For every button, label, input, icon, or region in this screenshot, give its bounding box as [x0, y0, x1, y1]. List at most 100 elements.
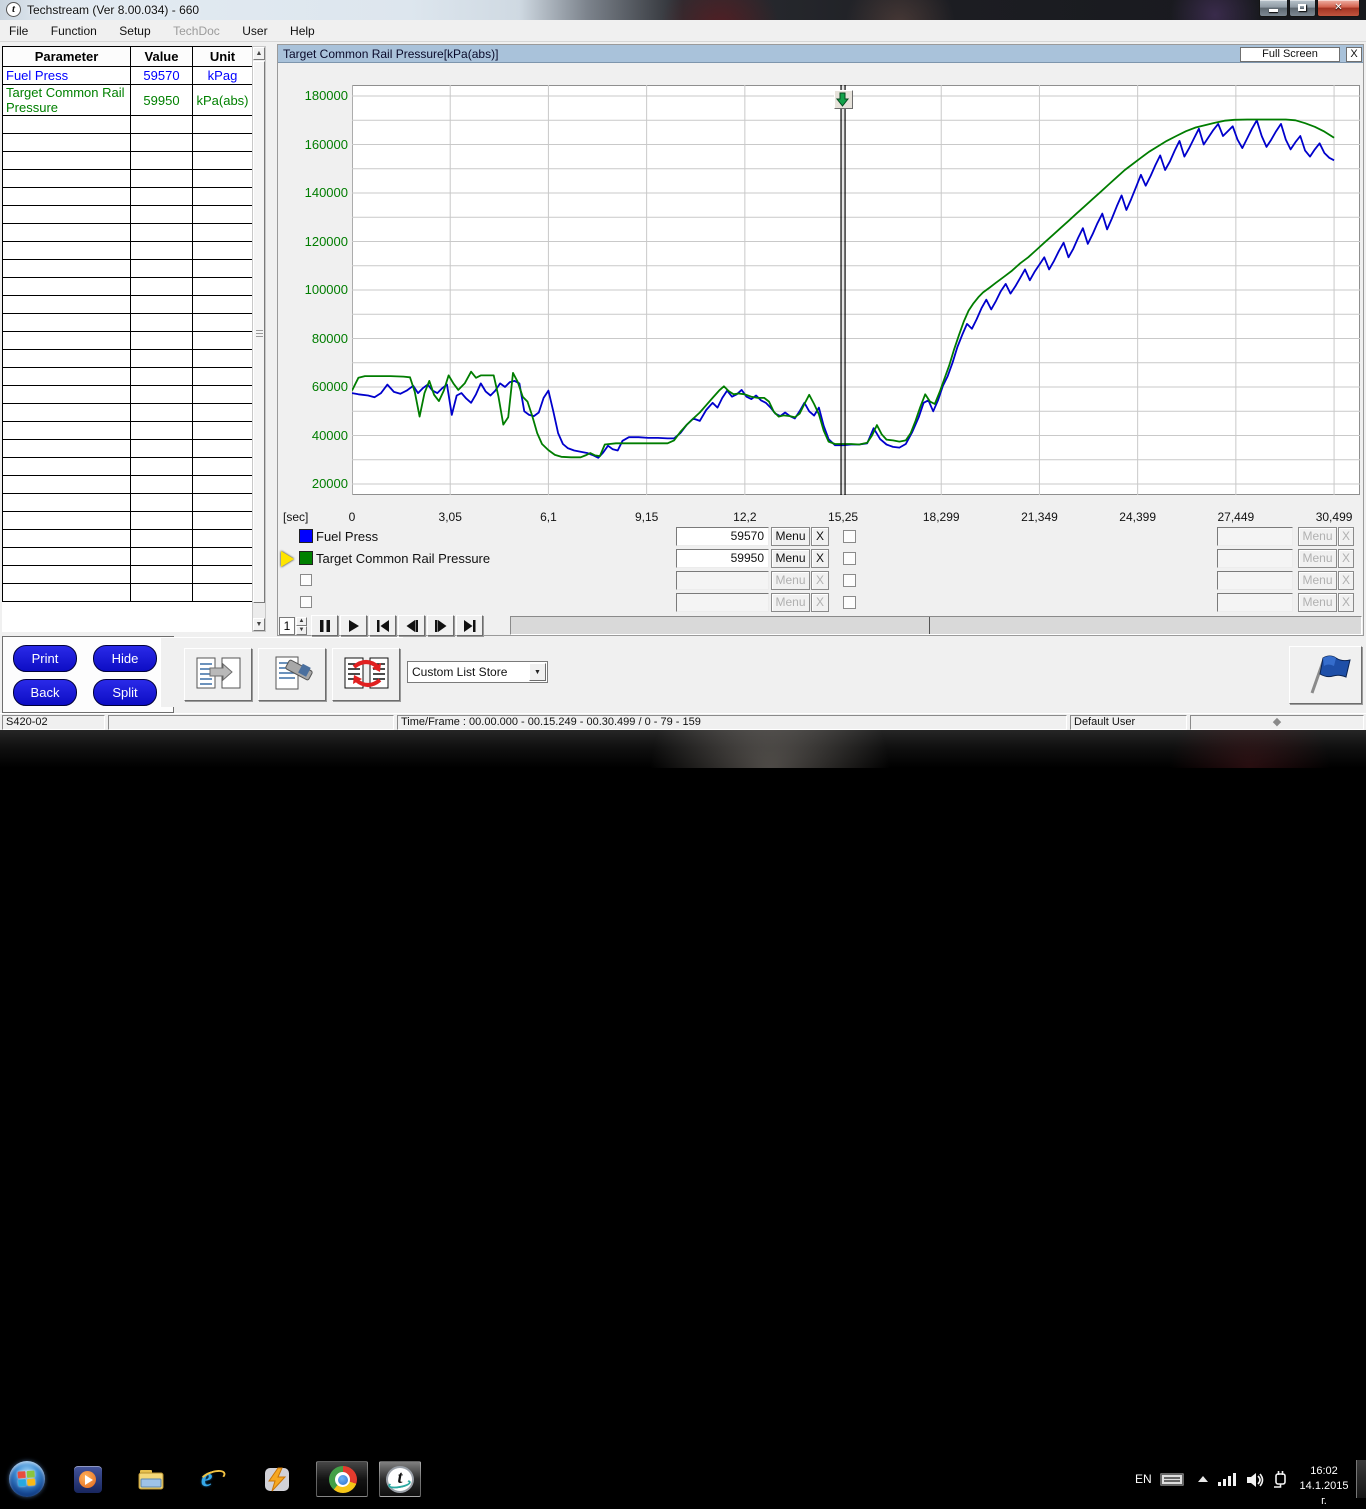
copy-list-button[interactable]	[184, 648, 252, 701]
table-row-empty[interactable]	[3, 548, 253, 566]
print-button[interactable]: Print	[13, 645, 77, 672]
empty-cell	[131, 314, 193, 332]
network-signal-icon[interactable]	[1218, 1473, 1237, 1486]
menu-item-setup[interactable]: Setup	[110, 20, 159, 42]
series-menu-button[interactable]: Menu	[771, 549, 810, 568]
table-scrollbar[interactable]: ▲ ▼	[252, 46, 266, 632]
series-checkbox[interactable]	[843, 552, 856, 565]
hidden-icons-arrow-icon[interactable]	[1198, 1476, 1208, 1482]
table-row-empty[interactable]	[3, 566, 253, 584]
table-row-empty[interactable]	[3, 134, 253, 152]
table-row-empty[interactable]	[3, 494, 253, 512]
jump-to-end-button[interactable]	[456, 615, 483, 636]
empty-cell	[3, 404, 131, 422]
close-button[interactable]: ✕	[1317, 0, 1360, 17]
table-row-empty[interactable]	[3, 332, 253, 350]
scroll-down-icon[interactable]: ▼	[253, 618, 265, 631]
chrome-icon[interactable]	[329, 1466, 357, 1493]
menu-item-user[interactable]: User	[233, 20, 276, 42]
minimize-button[interactable]	[1259, 0, 1288, 17]
table-row-empty[interactable]	[3, 116, 253, 134]
keyboard-icon[interactable]	[1160, 1473, 1184, 1486]
record-list-button[interactable]	[258, 648, 326, 701]
right-menu-button: Menu	[1298, 527, 1337, 546]
table-row-empty[interactable]	[3, 440, 253, 458]
hide-button[interactable]: Hide	[93, 645, 157, 672]
media-player-icon[interactable]	[74, 1466, 102, 1493]
table-row-empty[interactable]	[3, 368, 253, 386]
empty-cell	[193, 512, 253, 530]
table-row-empty[interactable]	[3, 350, 253, 368]
swap-list-button[interactable]	[332, 648, 400, 701]
table-row-empty[interactable]	[3, 458, 253, 476]
table-row-empty[interactable]	[3, 170, 253, 188]
table-row-empty[interactable]	[3, 296, 253, 314]
table-row-empty[interactable]	[3, 386, 253, 404]
frame-step-field[interactable]: 1	[279, 617, 295, 635]
table-row-empty[interactable]	[3, 278, 253, 296]
internet-explorer-icon[interactable]: e	[200, 1466, 228, 1493]
table-row-empty[interactable]	[3, 422, 253, 440]
series-checkbox[interactable]	[843, 574, 856, 587]
table-row-empty[interactable]	[3, 512, 253, 530]
techstream-icon[interactable]: t	[386, 1466, 414, 1493]
table-row[interactable]: Target Common Rail Pressure59950kPa(abs)	[3, 85, 253, 116]
power-plug-icon[interactable]	[1272, 1471, 1290, 1494]
custom-list-store-select[interactable]: Custom List Store ▼	[407, 661, 548, 683]
empty-slot-checkbox[interactable]	[300, 596, 312, 608]
series-close-button[interactable]: X	[811, 549, 829, 568]
series-value-field[interactable]: 59570	[676, 527, 769, 546]
table-row-empty[interactable]	[3, 530, 253, 548]
start-button[interactable]	[9, 1461, 45, 1497]
language-indicator[interactable]: EN	[1135, 1472, 1152, 1486]
show-desktop-button[interactable]	[1356, 1460, 1366, 1498]
file-explorer-icon[interactable]	[137, 1466, 165, 1493]
series-close-button[interactable]: X	[811, 527, 829, 546]
seek-scrollbar[interactable]	[510, 616, 1362, 635]
table-row-empty[interactable]	[3, 404, 253, 422]
frame-step-up-icon[interactable]: ▲	[296, 617, 307, 626]
table-row-empty[interactable]	[3, 260, 253, 278]
table-row-empty[interactable]	[3, 584, 253, 602]
table-row-empty[interactable]	[3, 476, 253, 494]
jump-to-start-button[interactable]	[369, 615, 396, 636]
clock[interactable]: 16:02 14.1.2015 г.	[1296, 1464, 1352, 1509]
menu-item-help[interactable]: Help	[281, 20, 324, 42]
frame-step-down-icon[interactable]: ▼	[296, 626, 307, 635]
volume-icon[interactable]	[1246, 1472, 1266, 1493]
green-down-arrow-icon	[835, 91, 852, 108]
menu-item-function[interactable]: Function	[42, 20, 106, 42]
series-checkbox[interactable]	[843, 596, 856, 609]
step-back-button[interactable]	[398, 615, 425, 636]
empty-slot-checkbox[interactable]	[300, 574, 312, 586]
table-row-empty[interactable]	[3, 206, 253, 224]
chart-close-button[interactable]: X	[1346, 47, 1362, 62]
series-checkbox[interactable]	[843, 530, 856, 543]
scrollbar-thumb[interactable]	[253, 61, 265, 603]
table-row[interactable]: Fuel Press59570kPag	[3, 67, 253, 85]
series-menu-button[interactable]: Menu	[771, 527, 810, 546]
winamp-icon[interactable]	[263, 1466, 291, 1493]
cursor-marker[interactable]	[834, 90, 853, 109]
back-button[interactable]: Back	[13, 679, 77, 706]
table-row-empty[interactable]	[3, 314, 253, 332]
column-header-value[interactable]: Value	[131, 47, 193, 67]
scroll-up-icon[interactable]: ▲	[253, 47, 265, 60]
flag-button[interactable]	[1289, 646, 1362, 704]
full-screen-button[interactable]: Full Screen	[1240, 47, 1340, 62]
menu-item-file[interactable]: File	[0, 20, 37, 42]
table-row-empty[interactable]	[3, 242, 253, 260]
split-button[interactable]: Split	[93, 679, 157, 706]
column-header-unit[interactable]: Unit	[193, 47, 253, 67]
table-row-empty[interactable]	[3, 152, 253, 170]
restore-button[interactable]	[1289, 0, 1316, 17]
pause-button[interactable]	[311, 615, 338, 636]
pressure-line-chart[interactable]	[352, 85, 1360, 495]
table-row-empty[interactable]	[3, 188, 253, 206]
step-forward-button[interactable]	[427, 615, 454, 636]
series-value-field[interactable]: 59950	[676, 549, 769, 568]
play-button[interactable]	[340, 615, 367, 636]
table-row-empty[interactable]	[3, 224, 253, 242]
column-header-parameter[interactable]: Parameter	[3, 47, 131, 67]
chevron-down-icon[interactable]: ▼	[529, 663, 546, 681]
